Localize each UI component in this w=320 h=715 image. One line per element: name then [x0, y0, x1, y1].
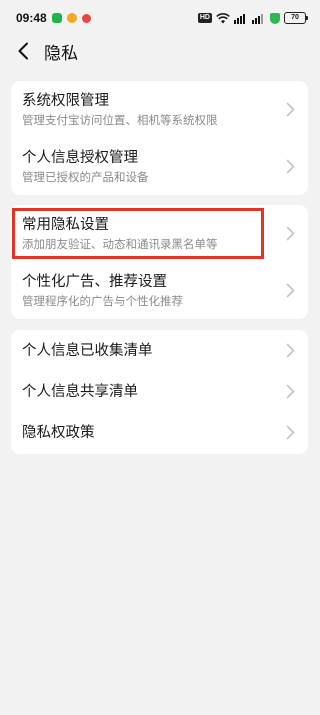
- back-button[interactable]: [12, 39, 34, 63]
- wifi-icon: [216, 12, 230, 23]
- row-title: 个人信息授权管理: [22, 150, 138, 166]
- row-title: 个性化广告、推荐设置: [22, 274, 167, 290]
- row-text: 个性化广告、推荐设置 管理程序化的广告与个性化推荐: [22, 272, 282, 309]
- hd-badge: HD: [197, 13, 212, 23]
- personal-info-authorization-row[interactable]: 个人信息授权管理 管理已授权的产品和设备: [11, 138, 308, 195]
- row-subtitle: 管理已授权的产品和设备: [22, 170, 149, 184]
- chevron-right-icon: [282, 343, 298, 359]
- row-text: 个人信息共享清单: [22, 382, 282, 402]
- settings-group-privacy: 常用隐私设置 添加朋友验证、动态和通讯录黑名单等 个性化广告、推荐设置 管理程序…: [11, 205, 308, 319]
- row-title: 个人信息共享清单: [22, 383, 138, 400]
- row-text: 隐私权政策: [22, 423, 282, 443]
- status-time: 09:48: [16, 11, 47, 25]
- chevron-right-icon: [282, 384, 298, 400]
- row-title: 隐私权政策: [22, 424, 95, 441]
- app-notification-icon: [81, 13, 91, 23]
- app-notification-icon: [51, 13, 62, 23]
- chevron-right-icon: [282, 102, 298, 118]
- status-right: HD 70: [197, 12, 308, 24]
- battery-indicator: 70: [284, 12, 308, 24]
- row-subtitle: 管理支付宝访问位置、相机等系统权限: [22, 113, 218, 127]
- row-text: 常用隐私设置 添加朋友验证、动态和通讯录黑名单等: [22, 215, 282, 252]
- collected-info-list-row[interactable]: 个人信息已收集清单: [11, 330, 308, 371]
- row-title: 系统权限管理: [22, 93, 109, 109]
- row-text: 个人信息已收集清单: [22, 341, 282, 361]
- row-subtitle: 添加朋友验证、动态和通讯录黑名单等: [22, 237, 218, 251]
- chevron-right-icon: [282, 425, 298, 441]
- status-bar: 09:48 HD 70: [0, 0, 320, 36]
- app-notification-icon: [66, 13, 77, 23]
- signal-icon: [252, 13, 263, 24]
- signal-icon: [234, 13, 245, 24]
- chevron-right-icon: [282, 226, 298, 242]
- row-text: 个人信息授权管理 管理已授权的产品和设备: [22, 148, 282, 185]
- privacy-policy-row[interactable]: 隐私权政策: [11, 412, 308, 453]
- chevron-left-icon: [18, 42, 28, 60]
- chevron-right-icon: [282, 283, 298, 299]
- chevron-right-icon: [282, 159, 298, 175]
- security-shield-icon: [270, 12, 280, 24]
- row-title: 个人信息已收集清单: [22, 342, 153, 359]
- settings-group-lists: 个人信息已收集清单 个人信息共享清单 隐私权政策: [11, 330, 308, 454]
- header: 隐私: [0, 36, 320, 66]
- settings-group-system: 系统权限管理 管理支付宝访问位置、相机等系统权限 个人信息授权管理 管理已授权的…: [11, 81, 308, 195]
- shared-info-list-row[interactable]: 个人信息共享清单: [11, 371, 308, 412]
- page-title: 隐私: [44, 43, 78, 64]
- row-text: 系统权限管理 管理支付宝访问位置、相机等系统权限: [22, 91, 282, 128]
- row-title: 常用隐私设置: [22, 217, 109, 233]
- system-permissions-row[interactable]: 系统权限管理 管理支付宝访问位置、相机等系统权限: [11, 81, 308, 138]
- common-privacy-settings-row[interactable]: 常用隐私设置 添加朋友验证、动态和通讯录黑名单等: [11, 205, 308, 262]
- status-left: 09:48: [16, 11, 91, 25]
- row-subtitle: 管理程序化的广告与个性化推荐: [22, 294, 183, 308]
- personalized-ads-row[interactable]: 个性化广告、推荐设置 管理程序化的广告与个性化推荐: [11, 262, 308, 319]
